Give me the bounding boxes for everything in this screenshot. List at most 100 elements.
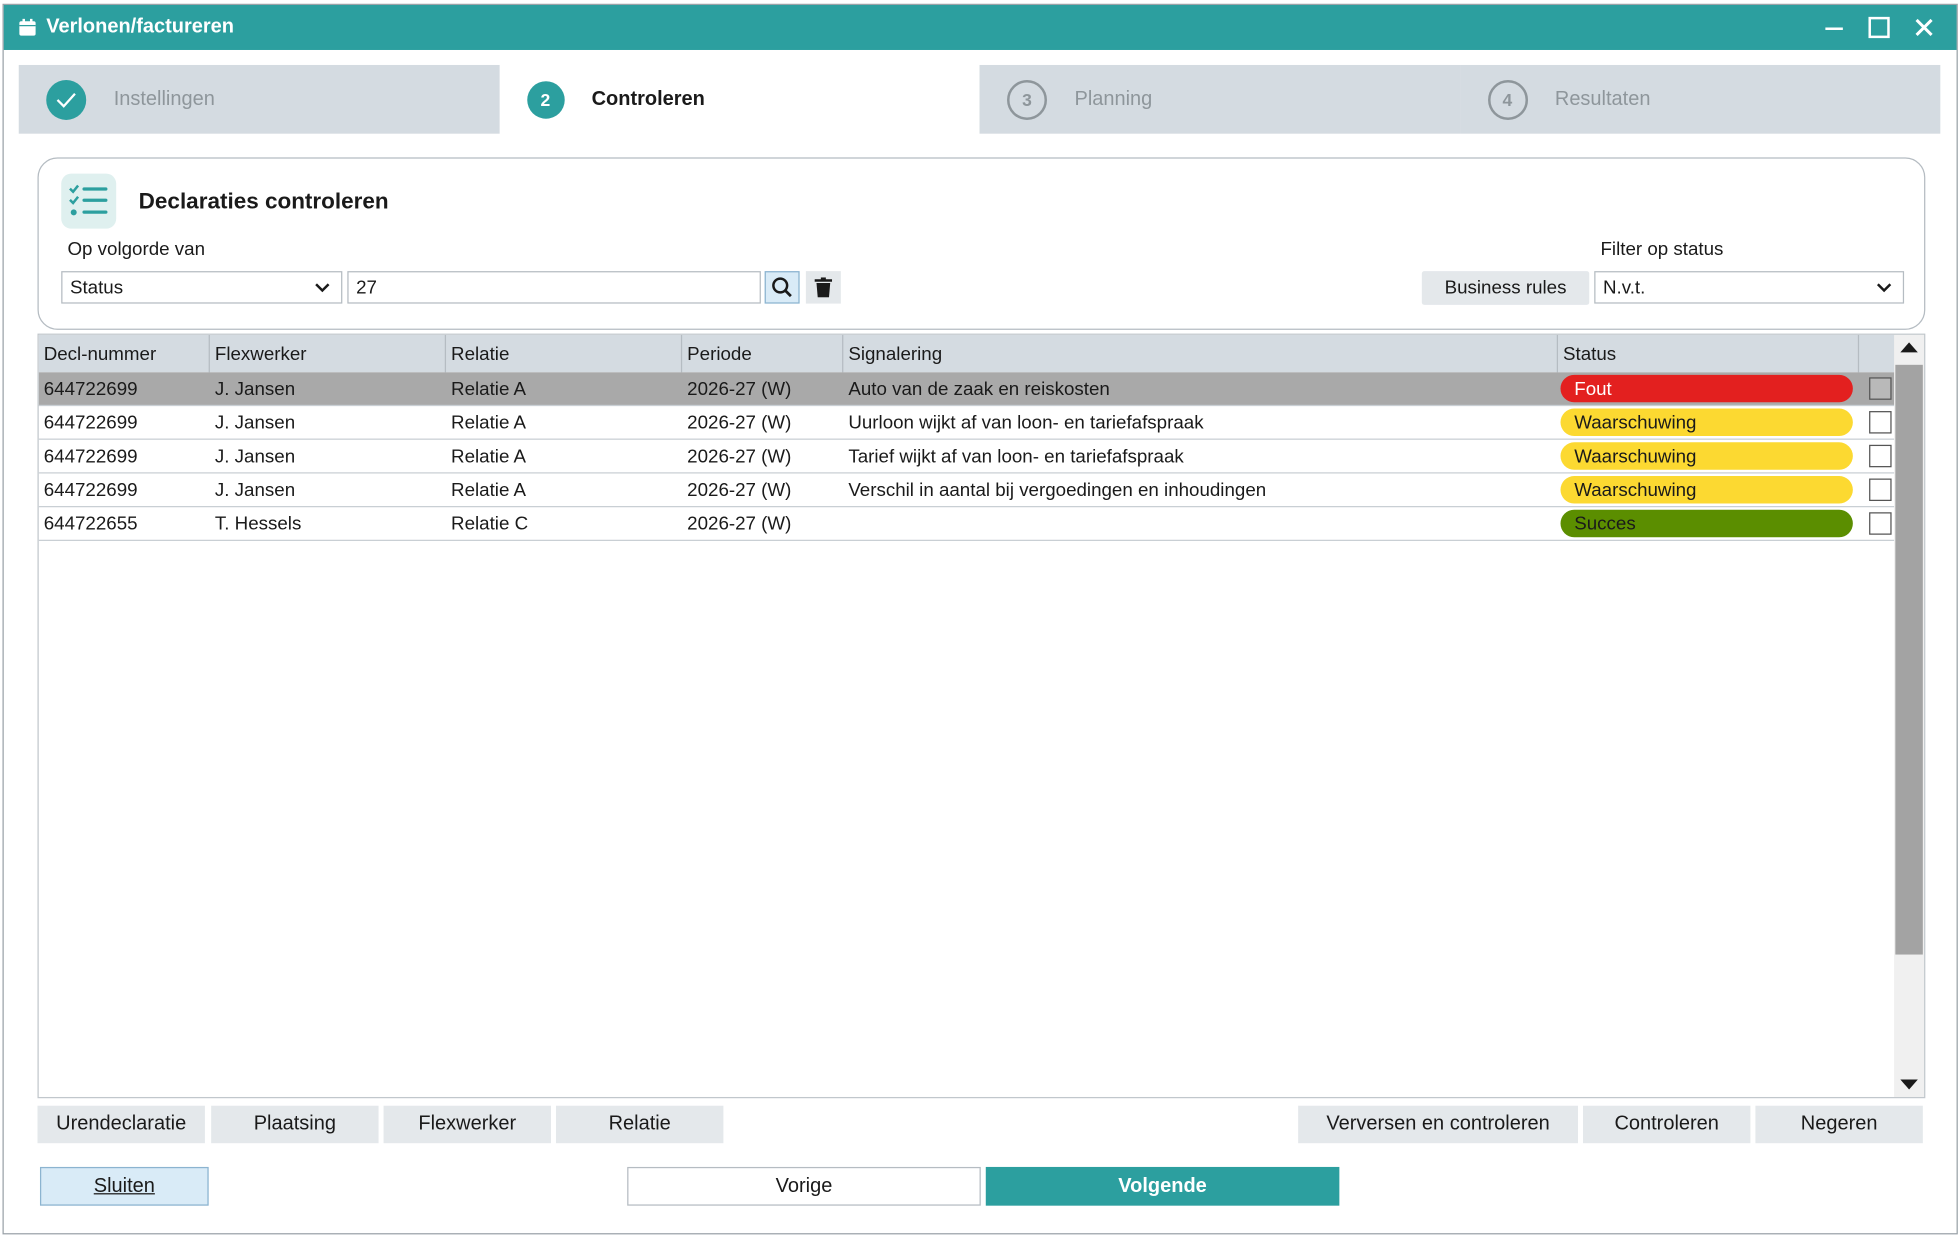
close-window-button[interactable] <box>1902 5 1947 50</box>
table-header: Decl-nummer Flexwerker Relatie Periode S… <box>38 334 1896 373</box>
select-cell <box>1859 507 1895 539</box>
periode-cell: 2026-27 (W) <box>687 411 792 433</box>
declaraties-table: Decl-nummer Flexwerker Relatie Periode S… <box>37 333 1926 1099</box>
maximize-button[interactable] <box>1857 5 1902 50</box>
chevron-down-icon <box>1876 283 1892 293</box>
decl-nummer-cell: 644722655 <box>43 512 138 535</box>
panel-title: Declaraties controleren <box>138 188 389 214</box>
flexwerker-cell: J. Jansen <box>214 479 296 501</box>
step-resultaten[interactable]: 4 Resultaten <box>1459 64 1941 134</box>
window-controls <box>1812 5 1947 50</box>
step-controleren[interactable]: 2 Controleren <box>499 64 980 134</box>
select-cell <box>1859 372 1895 404</box>
minimize-icon <box>1825 27 1843 30</box>
step-label: Resultaten <box>1554 88 1651 110</box>
row-checkbox[interactable] <box>1869 377 1892 400</box>
relatie-button[interactable]: Relatie <box>555 1105 724 1144</box>
relatie-cell: Relatie C <box>451 512 529 535</box>
main-window: Verlonen/factureren Instellingen 2 Contr… <box>2 3 1958 1235</box>
periode-cell: 2026-27 (W) <box>687 512 792 535</box>
checklist-icon <box>61 173 117 229</box>
minimize-button[interactable] <box>1812 5 1857 50</box>
select-cell <box>1859 406 1895 438</box>
status-cell: Succes <box>1558 507 1859 539</box>
check-icon <box>46 79 87 120</box>
decl-nummer-cell: 644722699 <box>43 445 138 467</box>
row-checkbox[interactable] <box>1869 478 1892 502</box>
step-number: 3 <box>1007 79 1047 120</box>
table-row[interactable]: 644722699 J. Jansen Relatie A 2026-27 (W) Uu… <box>38 406 1896 440</box>
column-header[interactable]: Status <box>1558 334 1860 373</box>
periode-cell: 2026-27 (W) <box>687 479 792 501</box>
select-cell <box>1859 440 1895 472</box>
search-button[interactable] <box>764 271 800 304</box>
row-checkbox[interactable] <box>1869 444 1892 468</box>
flexwerker-cell: T. Hessels <box>214 512 302 535</box>
decl-nummer-cell: 644722699 <box>43 377 138 400</box>
relatie-cell: Relatie A <box>451 479 527 501</box>
calendar-icon <box>19 18 36 36</box>
decl-nummer-cell: 644722699 <box>43 411 138 433</box>
table-row[interactable]: 644722699 J. Jansen Relatie A 2026-27 (W) Ve… <box>38 474 1896 508</box>
step-planning[interactable]: 3 Planning <box>979 64 1460 134</box>
status-filter-select[interactable]: N.v.t. <box>1594 271 1905 304</box>
relatie-cell: Relatie A <box>451 411 527 433</box>
next-button[interactable]: Volgende <box>985 1166 1340 1206</box>
search-input[interactable]: 27 <box>347 271 761 304</box>
wizard-steps: Instellingen 2 Controleren 3 Planning 4 … <box>18 64 1941 134</box>
table-row[interactable]: 644722655 T. Hessels Relatie C 2026-27 (W) S… <box>38 507 1896 541</box>
declaraties-panel: Declaraties controleren Op volgorde van … <box>37 157 1926 330</box>
signalering-cell: Tarief wijkt af van loon- en tariefafspr… <box>848 445 1184 467</box>
negeren-button[interactable]: Negeren <box>1755 1105 1923 1144</box>
column-header[interactable]: Periode <box>682 334 844 373</box>
status-filter-value: N.v.t. <box>1602 276 1646 298</box>
step-number: 2 <box>526 80 565 119</box>
step-label: Planning <box>1074 88 1153 110</box>
column-header[interactable]: Decl-nummer <box>39 334 210 373</box>
title-bar: Verlonen/factureren <box>3 4 1957 50</box>
maximize-icon <box>1868 16 1890 39</box>
signalering-cell: Verschil in aantal bij vergoedingen en i… <box>848 479 1267 501</box>
trash-icon <box>814 277 833 298</box>
flexwerker-cell: J. Jansen <box>214 411 296 433</box>
status-badge: Waarschuwing <box>1560 476 1853 504</box>
status-cell: Waarschuwing <box>1558 406 1859 438</box>
sort-select[interactable]: Status <box>61 271 343 304</box>
signalering-cell <box>843 507 1558 539</box>
table-row[interactable]: 644722699 J. Jansen Relatie A 2026-27 (W) Au… <box>38 372 1896 407</box>
flexwerker-button[interactable]: Flexwerker <box>383 1105 551 1144</box>
clear-button[interactable] <box>805 271 841 304</box>
signalering-cell: Uurloon wijkt af van loon- en tariefafsp… <box>848 411 1204 433</box>
status-badge: Succes <box>1560 509 1853 538</box>
signalering-cell: Auto van de zaak en reiskosten <box>848 377 1110 400</box>
window-title: Verlonen/factureren <box>46 16 234 38</box>
row-checkbox[interactable] <box>1869 512 1892 535</box>
controleren-button[interactable]: Controleren <box>1582 1105 1751 1144</box>
verversen-controleren-button[interactable]: Verversen en controleren <box>1298 1105 1578 1144</box>
scroll-thumb[interactable] <box>1895 364 1923 955</box>
business-rules-button[interactable]: Business rules <box>1421 271 1590 305</box>
step-instellingen[interactable]: Instellingen <box>18 64 500 134</box>
column-header-select <box>1859 335 1895 372</box>
scroll-down-icon[interactable] <box>1900 1079 1918 1090</box>
status-cell: Fout <box>1558 372 1859 404</box>
column-header[interactable]: Relatie <box>446 334 683 373</box>
column-header[interactable]: Flexwerker <box>210 334 447 373</box>
select-cell <box>1859 474 1895 506</box>
close-button[interactable]: Sluiten <box>39 1166 209 1206</box>
previous-button[interactable]: Vorige <box>627 1166 981 1206</box>
chevron-down-icon <box>315 283 330 293</box>
status-cell: Waarschuwing <box>1558 474 1859 506</box>
urendeclaratie-button[interactable]: Urendeclaratie <box>37 1105 205 1144</box>
step-number: 4 <box>1487 79 1528 120</box>
plaatsing-button[interactable]: Plaatsing <box>211 1105 379 1144</box>
filter-label: Filter op status <box>1600 238 1724 260</box>
row-checkbox[interactable] <box>1869 411 1892 434</box>
periode-cell: 2026-27 (W) <box>687 377 792 400</box>
vertical-scrollbar[interactable] <box>1894 334 1925 1097</box>
column-header[interactable]: Signalering <box>843 334 1559 373</box>
scroll-up-icon[interactable] <box>1900 342 1918 353</box>
relatie-cell: Relatie A <box>451 377 527 400</box>
search-input-value: 27 <box>356 276 377 298</box>
table-row[interactable]: 644722699 J. Jansen Relatie A 2026-27 (W) Ta… <box>38 440 1896 474</box>
